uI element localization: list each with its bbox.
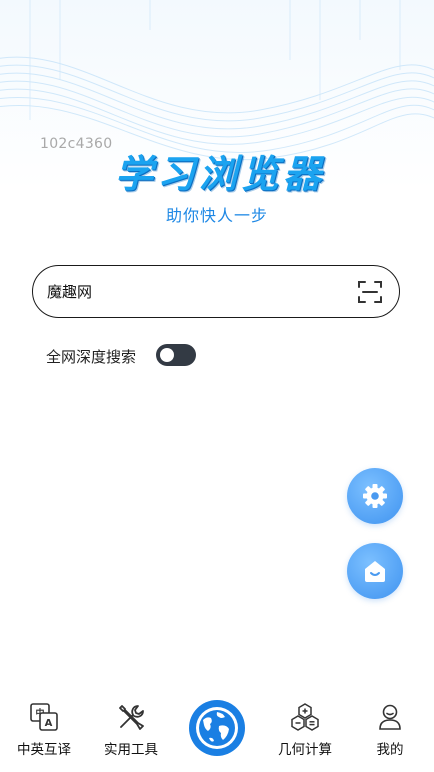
search-input[interactable] [45,275,339,308]
nav-tools[interactable]: 实用工具 [100,702,162,758]
search-bar[interactable] [32,265,400,318]
user-icon [379,704,401,730]
nav-browser-home[interactable] [188,700,246,756]
nav-geometry-label: 几何计算 [278,742,332,758]
nav-tools-label: 实用工具 [104,742,158,758]
gear-icon [363,484,387,508]
translate-icon: 中 A [30,703,58,731]
bottom-navigation: 中 A 中英互译 实用工具 [0,692,434,772]
home-button[interactable] [347,543,403,599]
nav-mine-label: 我的 [376,742,404,758]
nav-geometry[interactable]: 几何计算 [275,702,335,758]
settings-button[interactable] [347,468,403,524]
globe-icon [196,707,238,749]
app-title: 学习浏览器 [114,152,325,196]
nav-mine[interactable]: 我的 [366,702,414,758]
deep-search-label: 全网深度搜索 [46,348,137,366]
deep-search-toggle[interactable] [156,344,196,366]
globe-button[interactable] [189,700,245,756]
toggle-knob [160,348,174,362]
nav-translate-label: 中英互译 [17,742,71,758]
tools-icon [119,705,144,730]
scan-icon[interactable] [357,279,383,305]
home-face-icon [365,561,385,582]
geometry-icon [291,703,319,731]
nav-translate[interactable]: 中 A 中英互译 [14,702,74,758]
svg-text:A: A [45,718,53,729]
app-slogan: 助你快人一步 [165,206,268,225]
